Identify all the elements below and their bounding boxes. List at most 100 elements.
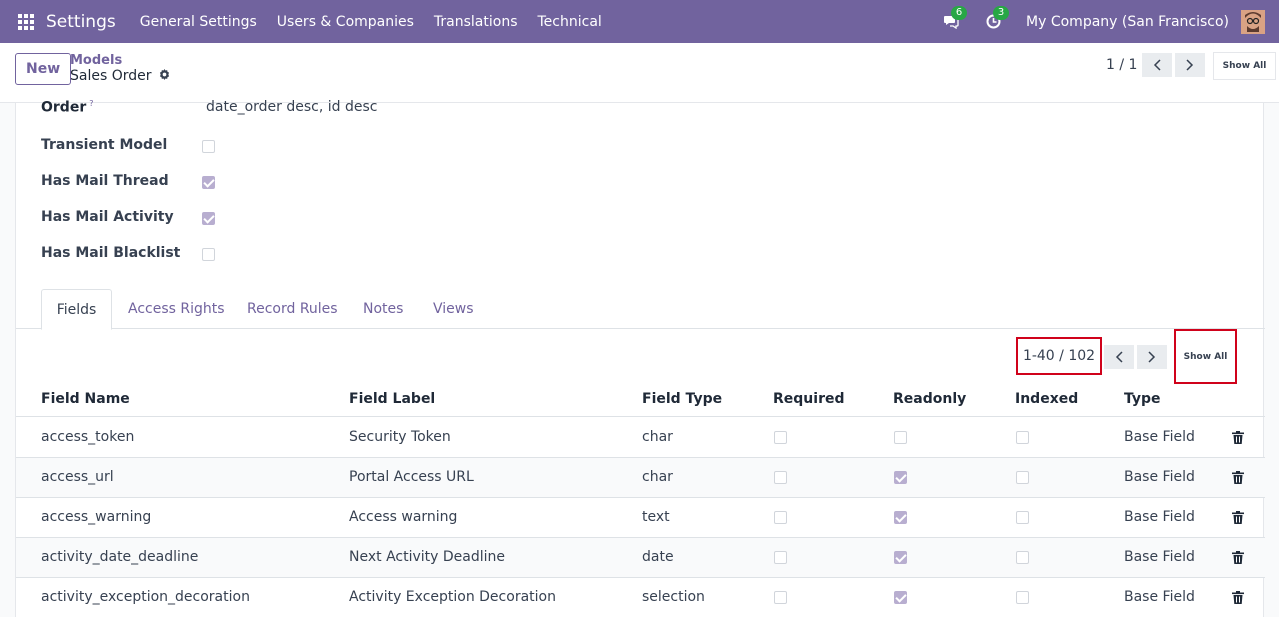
help-tooltip-icon[interactable]: ? [89,99,93,108]
user-avatar[interactable] [1241,9,1265,34]
record-pager-value[interactable]: 1 / 1 [1106,57,1137,73]
table-row[interactable]: access_warning Access warning text Base … [16,498,1265,538]
cell-type: Base Field [1124,589,1195,605]
cell-field-name: activity_date_deadline [41,549,199,565]
tab-access-rights[interactable]: Access Rights [128,289,225,329]
required-checkbox[interactable] [774,511,787,524]
apps-grid-icon[interactable] [18,13,34,30]
column-type[interactable]: Type [1124,391,1161,407]
required-checkbox[interactable] [774,551,787,564]
table-row[interactable]: access_url Portal Access URL char Base F… [16,458,1265,498]
menu-users-companies[interactable]: Users & Companies [277,14,414,30]
chevron-right-icon [1148,351,1156,363]
required-checkbox[interactable] [774,591,787,604]
transient-model-checkbox[interactable] [202,140,215,153]
cell-field-name: access_warning [41,509,152,525]
column-field-name[interactable]: Field Name [41,391,130,407]
chevron-left-icon [1153,59,1161,71]
cell-field-label: Access warning [349,509,458,525]
trash-icon[interactable] [1232,471,1244,484]
tab-views[interactable]: Views [433,289,474,329]
tab-notes[interactable]: Notes [363,289,403,329]
transient-model-label: Transient Model [41,137,168,153]
trash-icon[interactable] [1232,431,1244,444]
cell-type: Base Field [1124,549,1195,565]
trash-icon[interactable] [1232,511,1244,524]
indexed-checkbox[interactable] [1016,471,1029,484]
menu-general-settings[interactable]: General Settings [140,14,257,30]
company-switcher[interactable]: My Company (San Francisco) [1026,14,1229,30]
fields-table-header: Field Name Field Label Field Type Requir… [16,383,1265,417]
readonly-checkbox[interactable] [894,551,907,564]
fields-pager-prev-button[interactable] [1104,345,1134,369]
readonly-checkbox[interactable] [894,511,907,524]
chevron-right-icon [1186,59,1194,71]
indexed-checkbox[interactable] [1016,551,1029,564]
column-readonly[interactable]: Readonly [893,391,966,407]
cell-field-type: char [642,429,673,445]
required-checkbox[interactable] [774,471,787,484]
trash-icon[interactable] [1232,551,1244,564]
cell-field-label: Activity Exception Decoration [349,589,556,605]
transient-model-field: Transient Model [41,137,215,153]
table-row[interactable]: activity_exception_decoration Activity E… [16,578,1265,617]
column-indexed[interactable]: Indexed [1015,391,1078,407]
fields-pager-next-button[interactable] [1137,345,1167,369]
has-mail-blacklist-checkbox[interactable] [202,248,215,261]
has-mail-blacklist-field: Has Mail Blacklist [41,245,215,261]
gear-icon[interactable] [159,68,170,84]
has-mail-activity-checkbox[interactable] [202,212,215,225]
menu-translations[interactable]: Translations [434,14,518,30]
indexed-checkbox[interactable] [1016,591,1029,604]
pager-next-button[interactable] [1175,53,1205,77]
has-mail-blacklist-label: Has Mail Blacklist [41,245,181,261]
cell-type: Base Field [1124,429,1195,445]
chat-badge: 6 [951,5,968,20]
cell-field-name: activity_exception_decoration [41,589,250,605]
table-row[interactable]: access_token Security Token char Base Fi… [16,418,1265,458]
menu-technical[interactable]: Technical [538,14,602,30]
breadcrumb-current: Sales Order [70,68,170,84]
cell-type: Base Field [1124,509,1195,525]
chevron-left-icon [1115,351,1123,363]
order-label: Order [41,99,87,116]
cell-field-type: date [642,549,674,565]
cell-field-type: char [642,469,673,485]
column-field-type[interactable]: Field Type [642,391,722,407]
readonly-checkbox[interactable] [894,431,907,444]
column-field-label[interactable]: Field Label [349,391,435,407]
cell-field-name: access_url [41,469,114,485]
cell-field-type: selection [642,589,705,605]
tab-fields[interactable]: Fields [41,289,112,330]
activity-clock-icon[interactable]: 3 [982,5,1010,32]
form-sheet: Order? date_order desc, id desc Transien… [15,99,1265,617]
show-all-button-top[interactable]: Show All [1213,52,1276,80]
cell-field-label: Next Activity Deadline [349,549,505,565]
cell-field-label: Portal Access URL [349,469,474,485]
has-mail-thread-label: Has Mail Thread [41,173,169,189]
notebook-tabs: Fields Access Rights Record Rules Notes … [16,289,1265,330]
cell-type: Base Field [1124,469,1195,485]
chat-icon[interactable]: 6 [940,5,968,32]
breadcrumb-models[interactable]: Models [70,53,122,68]
pager-prev-button[interactable] [1142,53,1172,77]
has-mail-activity-field: Has Mail Activity [41,209,215,225]
column-required[interactable]: Required [773,391,844,407]
table-row[interactable]: activity_date_deadline Next Activity Dea… [16,538,1265,578]
order-value[interactable]: date_order desc, id desc [206,99,377,115]
indexed-checkbox[interactable] [1016,431,1029,444]
has-mail-thread-checkbox[interactable] [202,176,215,189]
show-all-button-fields[interactable]: Show All [1174,329,1237,384]
cell-field-type: text [642,509,670,525]
new-button[interactable]: New [15,53,72,85]
tab-record-rules[interactable]: Record Rules [247,289,338,329]
readonly-checkbox[interactable] [894,471,907,484]
trash-icon[interactable] [1232,591,1244,604]
readonly-checkbox[interactable] [894,591,907,604]
app-title[interactable]: Settings [46,12,116,32]
required-checkbox[interactable] [774,431,787,444]
cell-field-label: Security Token [349,429,451,445]
top-navbar: Settings General Settings Users & Compan… [0,0,1279,43]
indexed-checkbox[interactable] [1016,511,1029,524]
fields-pager-value[interactable]: 1-40 / 102 [1016,337,1102,375]
